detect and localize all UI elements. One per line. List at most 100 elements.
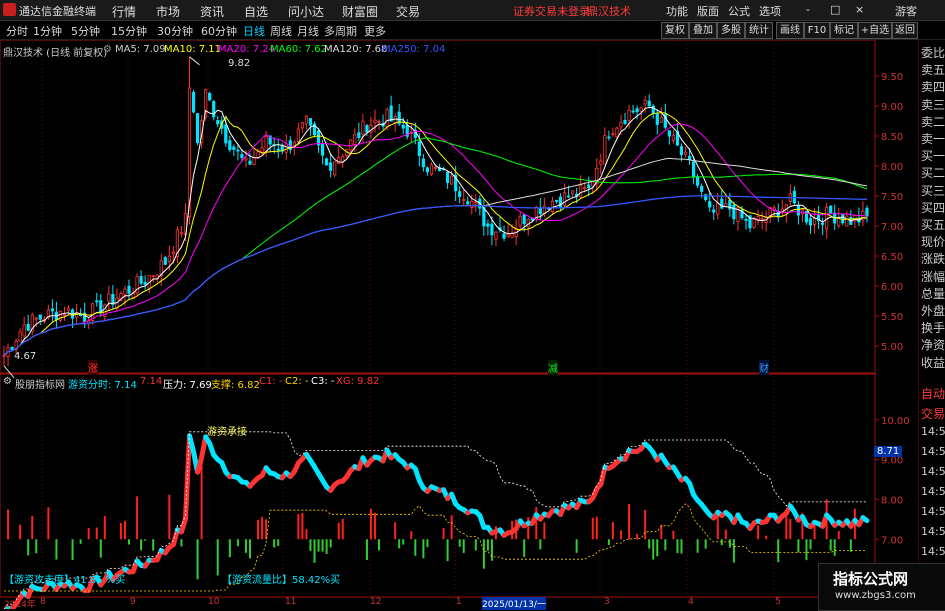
volume-bar-down xyxy=(539,539,541,549)
indicator-label-support: 支撑: 6.82 xyxy=(211,376,260,391)
period-tab-timeshare[interactable]: 分时 xyxy=(6,23,28,39)
menu-ask[interactable]: 问小达 xyxy=(288,3,324,20)
quote-field-label: 买四 xyxy=(921,199,945,216)
volume-bar-down xyxy=(414,539,416,555)
volume-bar-down xyxy=(652,539,654,559)
event-mark-finance[interactable]: 财 xyxy=(759,360,769,375)
quote-field-label: 买一 xyxy=(921,147,945,164)
period-tab-60min[interactable]: 60分钟 xyxy=(201,23,237,39)
volume-bar-down xyxy=(705,539,707,548)
maximize-button[interactable]: □ xyxy=(830,3,840,16)
period-tab-more[interactable]: 更多 xyxy=(364,23,386,39)
kline-chart[interactable]: 9.509.008.508.007.507.006.506.005.505.00… xyxy=(0,40,918,609)
candle-body xyxy=(180,233,182,234)
candle-body xyxy=(648,101,650,105)
date-label-10: 10 xyxy=(208,597,219,607)
period-tab-daily[interactable]: 日线 xyxy=(243,23,265,39)
date-label-8: 8 xyxy=(40,597,46,607)
period-tab-weekly[interactable]: 周线 xyxy=(270,23,292,39)
candle-body xyxy=(632,111,634,112)
candle-body xyxy=(483,208,485,226)
volume-bar-down xyxy=(100,539,102,557)
event-mark-up[interactable]: 涨 xyxy=(88,360,98,375)
close-button[interactable]: × xyxy=(855,3,864,16)
candle-body xyxy=(555,200,557,201)
event-mark-reduce[interactable]: 减 xyxy=(548,360,558,375)
volume-bar-up xyxy=(342,519,344,540)
period-tab-5min[interactable]: 5分钟 xyxy=(71,23,100,39)
indicator-tick-label: 8.00 xyxy=(881,495,903,506)
period-tab-15min[interactable]: 15分钟 xyxy=(111,23,147,39)
volume-bar-up xyxy=(168,495,170,540)
volume-bar-up xyxy=(374,513,376,539)
volume-bar-down xyxy=(777,539,779,562)
candle-body xyxy=(652,106,654,113)
volume-bar-up xyxy=(672,531,674,540)
menu-market-quotes[interactable]: 行情 xyxy=(112,3,136,20)
volume-bar-down xyxy=(27,539,29,555)
period-tab-30min[interactable]: 30分钟 xyxy=(157,23,193,39)
volume-bar-down xyxy=(680,539,682,553)
candle-body xyxy=(612,134,614,135)
multi-stock-button[interactable]: 多股 xyxy=(717,22,745,39)
candle-body xyxy=(458,192,460,197)
menu-watchlist[interactable]: 自选 xyxy=(244,3,268,20)
volume-bar-down xyxy=(72,539,74,560)
candle-body xyxy=(253,157,255,164)
draw-line-button[interactable]: 画线 xyxy=(776,22,804,39)
menu-wealth[interactable]: 财富圈 xyxy=(342,3,378,20)
price-tick-label: 5.50 xyxy=(881,312,903,323)
candle-body xyxy=(354,134,356,144)
indicator-label-pressure: 压力: 7.69 xyxy=(163,376,212,391)
candle-body xyxy=(725,204,727,207)
menu-layout[interactable]: 版面 xyxy=(697,3,719,19)
app-logo-icon xyxy=(3,3,16,16)
indicator-settings-icon[interactable]: ⚙ xyxy=(3,376,12,387)
quote-field-label: 买二 xyxy=(921,164,945,181)
candle-body xyxy=(507,234,509,236)
candle-body xyxy=(265,136,267,152)
f10-button[interactable]: F10 xyxy=(804,22,830,39)
volume-bar-down xyxy=(576,539,578,553)
candle-body xyxy=(471,201,473,207)
period-tab-monthly[interactable]: 月线 xyxy=(297,23,319,39)
quote-field-label: 换手 xyxy=(921,319,945,336)
tick-time-label: 14:56 xyxy=(921,445,945,458)
volume-bar-down xyxy=(523,539,525,557)
trade-tab-label[interactable]: 交易 xyxy=(921,405,945,422)
menu-formula[interactable]: 公式 xyxy=(728,3,750,19)
menu-options[interactable]: 选项 xyxy=(759,3,781,19)
candle-body xyxy=(700,186,702,191)
annotation-flow-ratio: 【游资流量比】58.42%买 xyxy=(222,571,340,586)
settings-icon[interactable]: ⚙ xyxy=(103,44,112,55)
menu-market[interactable]: 市场 xyxy=(156,3,180,20)
volume-bar-down xyxy=(378,539,380,550)
adjust-price-button[interactable]: 复权 xyxy=(661,22,689,39)
statistics-button[interactable]: 统计 xyxy=(745,22,773,39)
trade-tab-label[interactable]: 自动 xyxy=(921,385,945,402)
mark-button[interactable]: 标记 xyxy=(830,22,858,39)
add-watchlist-button[interactable]: +自选 xyxy=(858,22,892,39)
candle-body xyxy=(539,208,541,214)
period-tab-multi[interactable]: 多周期 xyxy=(324,23,357,39)
date-label-2024: 2024年 xyxy=(4,597,36,610)
candle-body xyxy=(753,219,755,227)
menu-news[interactable]: 资讯 xyxy=(200,3,224,20)
back-button[interactable]: 返回 xyxy=(892,22,918,39)
trade-login-notice[interactable]: 证券交易未登录 xyxy=(513,3,590,19)
indicator-label-c1: C1: - xyxy=(259,376,283,387)
date-label-3: 3 xyxy=(604,597,610,607)
period-tab-1min[interactable]: 1分钟 xyxy=(33,23,62,39)
candle-body xyxy=(378,121,380,122)
menu-trade[interactable]: 交易 xyxy=(396,3,420,20)
overlay-button[interactable]: 叠加 xyxy=(689,22,717,39)
capital-flow-line xyxy=(863,518,867,521)
guest-label[interactable]: 游客 xyxy=(895,3,917,19)
candle-body xyxy=(608,137,610,138)
candle-body xyxy=(63,314,65,315)
minimize-button[interactable]: - xyxy=(806,3,810,16)
candle-body xyxy=(192,92,194,112)
candle-body xyxy=(571,191,573,194)
volume-bar-up xyxy=(785,517,787,540)
menu-function[interactable]: 功能 xyxy=(666,3,688,19)
